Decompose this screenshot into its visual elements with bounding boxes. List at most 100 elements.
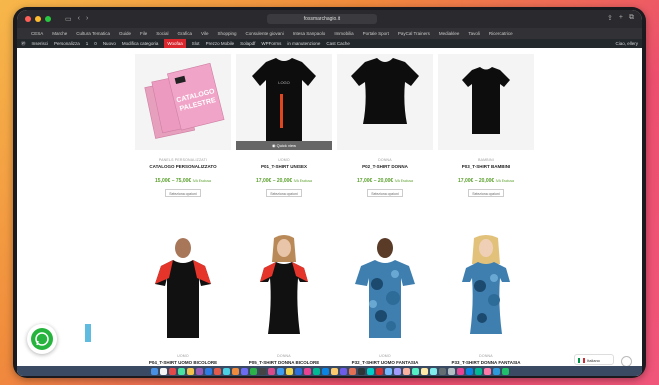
dock-app-icon[interactable]	[258, 367, 266, 375]
product-name[interactable]: P03_T-SHIRT BAMBINI	[438, 164, 534, 169]
dock-app-icon[interactable]	[447, 367, 455, 375]
admin-bar-item[interactable]: in manutenzione	[287, 41, 320, 46]
admin-bar-item[interactable]: WPForms	[261, 41, 281, 46]
admin-bar-item[interactable]: Solapdf	[240, 41, 255, 46]
dock-app-icon[interactable]	[456, 367, 464, 375]
product-name[interactable]: P01_T-SHIRT UNISEX	[236, 164, 332, 169]
wp-logo-icon[interactable]: Ⓦ	[21, 41, 26, 47]
bookmark-item[interactable]: Social	[156, 31, 168, 36]
product-image[interactable]	[337, 54, 433, 150]
product-image[interactable]	[236, 234, 332, 346]
dock-app-icon[interactable]	[267, 367, 275, 375]
product-name[interactable]: P04_T-SHIRT UOMO BICOLORE	[135, 360, 231, 365]
minimize-window-button[interactable]	[35, 16, 41, 22]
dock-app-icon[interactable]	[366, 367, 374, 375]
admin-bar-item[interactable]: Personalizza	[54, 41, 80, 46]
product-image[interactable]	[135, 234, 231, 346]
product-image[interactable]: LOGO ◉ Quick view	[236, 54, 332, 150]
select-options-button[interactable]: Seleziona opzioni	[468, 189, 504, 197]
bookmark-item[interactable]: Grafica	[178, 31, 193, 36]
bookmark-item[interactable]: Cultura Tematica	[76, 31, 110, 36]
dock-app-icon[interactable]	[411, 367, 419, 375]
dock-app-icon[interactable]	[420, 367, 428, 375]
bookmark-item[interactable]: Portale Sport	[363, 31, 389, 36]
dock-app-icon[interactable]	[231, 367, 239, 375]
dock-app-icon[interactable]	[321, 367, 329, 375]
admin-bar-item[interactable]: Modifica categoria	[122, 41, 159, 46]
back-icon[interactable]: ‹	[78, 15, 80, 23]
bookmark-item[interactable]: CESA	[31, 31, 43, 36]
dock-app-icon[interactable]	[375, 367, 383, 375]
dock-app-icon[interactable]	[240, 367, 248, 375]
dock-app-icon[interactable]	[195, 367, 203, 375]
share-icon[interactable]: ⇪	[607, 14, 613, 22]
side-tab[interactable]	[85, 324, 91, 342]
product-card[interactable]: DONNA P02_T-SHIRT DONNA 17,00€ – 20,00€ …	[337, 54, 433, 197]
dock-app-icon[interactable]	[465, 367, 473, 375]
admin-bar-item[interactable]: 1	[86, 41, 89, 46]
forward-icon[interactable]: ›	[86, 15, 88, 23]
admin-bar-item[interactable]: Nuovo	[103, 41, 116, 46]
dock-app-icon[interactable]	[312, 367, 320, 375]
address-bar[interactable]: fossmarchagio.it	[267, 14, 377, 24]
dock-app-icon[interactable]	[222, 367, 230, 375]
dock-app-icon[interactable]	[177, 367, 185, 375]
dock-app-icon[interactable]	[474, 367, 482, 375]
close-window-button[interactable]	[25, 16, 31, 22]
dock-app-icon[interactable]	[393, 367, 401, 375]
admin-bar-item[interactable]: 0	[94, 41, 97, 46]
product-name[interactable]: CATALOGO PERSONALIZZATO	[135, 164, 231, 169]
maximize-window-button[interactable]	[45, 16, 51, 22]
dock-app-icon[interactable]	[303, 367, 311, 375]
product-image[interactable]	[337, 234, 433, 346]
dock-app-icon[interactable]	[384, 367, 392, 375]
new-tab-icon[interactable]: +	[619, 14, 623, 22]
admin-bar-item[interactable]: Cast Cache	[326, 41, 350, 46]
product-card[interactable]: LOGO ◉ Quick view UOMO P01_T-SHIRT UNISE…	[236, 54, 332, 197]
dock-app-icon[interactable]	[276, 367, 284, 375]
dock-app-icon[interactable]	[213, 367, 221, 375]
dock-app-icon[interactable]	[483, 367, 491, 375]
bookmark-item[interactable]: Intesa Sanpaolo	[293, 31, 326, 36]
product-image[interactable]: CATALOGO PALESTRE	[135, 54, 231, 150]
select-options-button[interactable]: Seleziona opzioni	[266, 189, 302, 197]
product-card[interactable]: CATALOGO PALESTRE PANELS PERSONALIZZATI …	[135, 54, 231, 197]
dock-app-icon[interactable]	[492, 367, 500, 375]
dock-app-icon[interactable]	[204, 367, 212, 375]
dock-app-icon[interactable]	[150, 367, 158, 375]
dock-app-icon[interactable]	[348, 367, 356, 375]
dock-app-icon[interactable]	[330, 367, 338, 375]
bookmark-item[interactable]: Immobilia	[334, 31, 353, 36]
dock-app-icon[interactable]	[501, 367, 509, 375]
product-card[interactable]: BAMBINI P03_T-SHIRT BAMBINI 17,00€ – 20,…	[438, 54, 534, 197]
admin-bar-item[interactable]: Prezzo Mobile	[206, 41, 235, 46]
language-switcher[interactable]: Italiano	[574, 354, 614, 365]
dock-app-icon[interactable]	[402, 367, 410, 375]
bookmark-item[interactable]: Guide	[119, 31, 131, 36]
dock-app-icon[interactable]	[294, 367, 302, 375]
product-image[interactable]	[438, 234, 534, 346]
bookmark-item[interactable]: Vile	[201, 31, 208, 36]
dock-app-icon[interactable]	[186, 367, 194, 375]
bookmark-item[interactable]: Marche	[52, 31, 67, 36]
bookmark-item[interactable]: File	[140, 31, 147, 36]
sidebar-toggle-icon[interactable]: ▭	[65, 15, 72, 23]
bookmark-item[interactable]: PayCal Trainers	[398, 31, 430, 36]
select-options-button[interactable]: Seleziona opzioni	[165, 189, 201, 197]
product-image[interactable]	[438, 54, 534, 150]
dock-app-icon[interactable]	[285, 367, 293, 375]
quick-view-button[interactable]: ◉ Quick view	[236, 141, 332, 150]
admin-bar-item[interactable]: Slot	[192, 41, 200, 46]
dock-app-icon[interactable]	[339, 367, 347, 375]
admin-greeting[interactable]: Ciao, ellery	[615, 39, 638, 48]
dock-app-icon[interactable]	[168, 367, 176, 375]
admin-bar-item[interactable]: Inserisci	[32, 41, 49, 46]
bookmark-item[interactable]: Tavoli	[468, 31, 480, 36]
bookmark-item[interactable]: Shopping	[217, 31, 236, 36]
dock-app-icon[interactable]	[159, 367, 167, 375]
admin-bar-item[interactable]: Woofaa	[164, 39, 186, 48]
product-name[interactable]: P02_T-SHIRT DONNA	[337, 164, 433, 169]
product-card[interactable]: DONNA P33_T-SHIRT DONNA FANTASIA CAMOUFL…	[438, 234, 534, 370]
product-name[interactable]: P05_T-SHIRT DONNA BICOLORE	[236, 360, 332, 365]
whatsapp-button[interactable]	[27, 324, 57, 354]
